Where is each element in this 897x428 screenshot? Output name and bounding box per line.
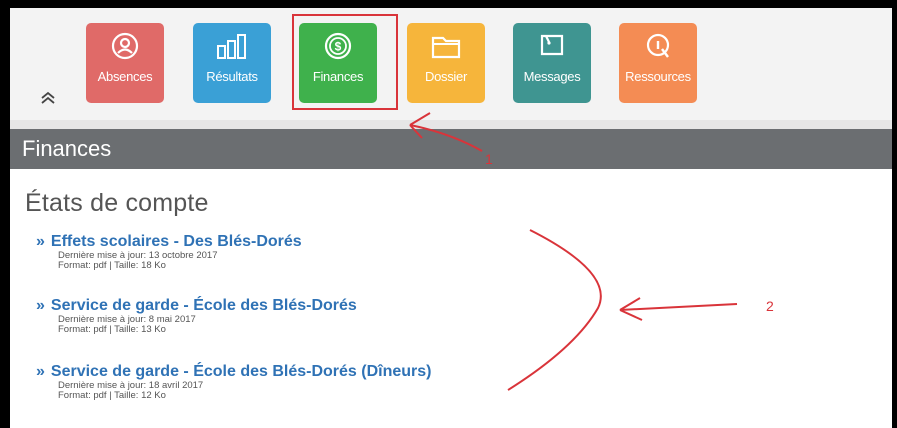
annotation-number-1: 1 — [485, 151, 493, 167]
annotation-brace — [507, 229, 602, 391]
annotation-number-2: 2 — [766, 298, 774, 314]
annotation-overlay — [409, 112, 738, 391]
app-frame: Absences Résultats $ Finances Dossier Me… — [10, 8, 892, 428]
annotation-arrow-1 — [409, 112, 483, 152]
annotation-arrow-2 — [619, 297, 738, 321]
